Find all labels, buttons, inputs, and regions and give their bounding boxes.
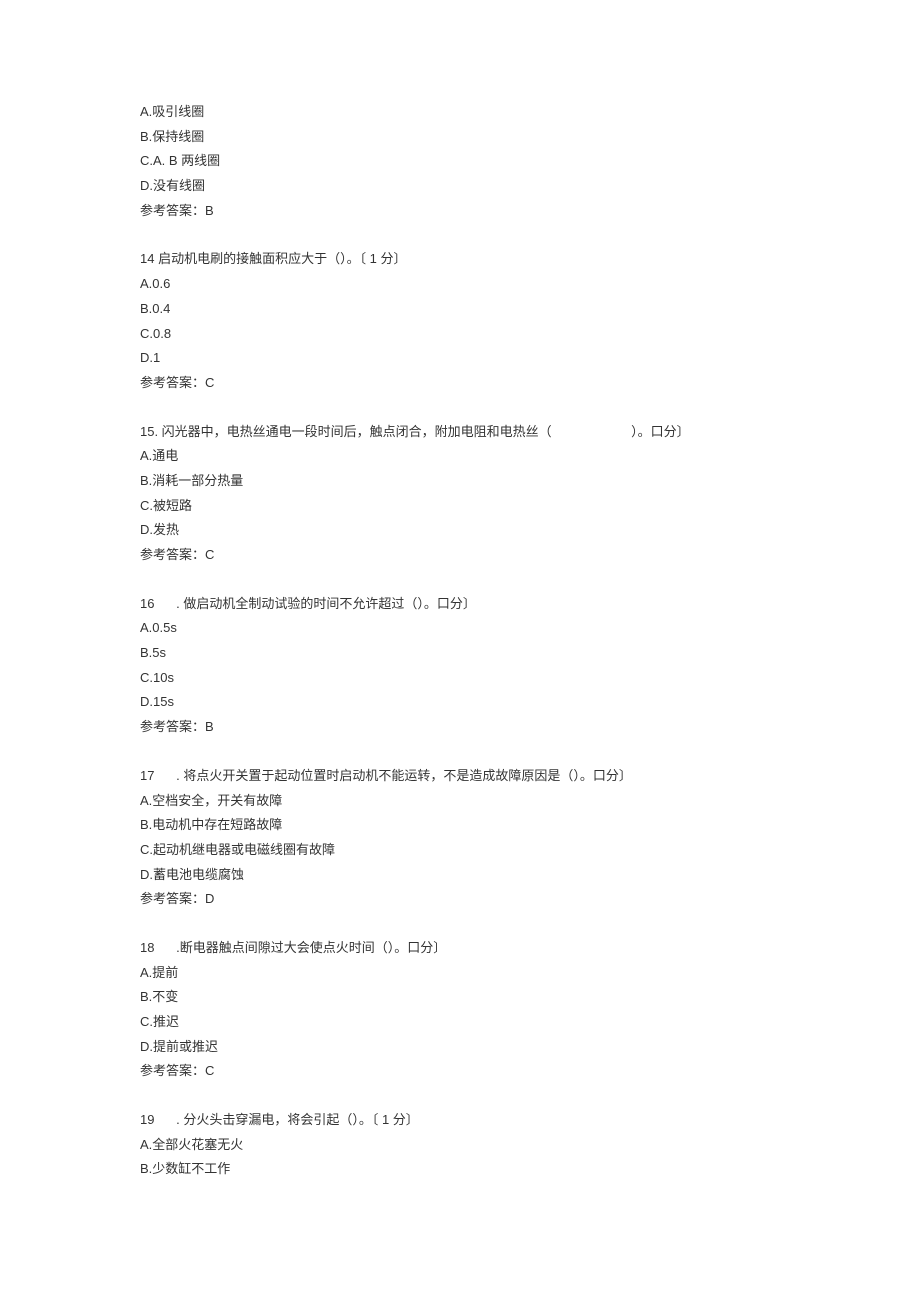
option-text: D.发热 [140, 518, 780, 543]
question-block: 14 启动机电刷的接触面积应大于（）。〔 1 分〕A.0.6B.0.4C.0.8… [140, 247, 780, 395]
option-text: B.5s [140, 641, 780, 666]
option-text: C.10s [140, 666, 780, 691]
option-text: B.消耗一部分热量 [140, 469, 780, 494]
question-block: A.吸引线圈B.保持线圈C.A. B 两线圈D.没有线圈参考答案：B [140, 100, 780, 223]
option-text: D.提前或推迟 [140, 1035, 780, 1060]
question-text: 16 . 做启动机全制动试验的时间不允许超过（）。口分〕 [140, 592, 780, 617]
question-text: 17 . 将点火开关置于起动位置时启动机不能运转，不是造成故障原因是（）。口分〕 [140, 764, 780, 789]
question-block: 18 .断电器触点间隙过大会使点火时间（）。口分〕A.提前B.不变C.推迟D.提… [140, 936, 780, 1084]
option-text: A.提前 [140, 961, 780, 986]
option-text: D.1 [140, 346, 780, 371]
option-text: A.空档安全，开关有故障 [140, 789, 780, 814]
answer-text: 参考答案：B [140, 715, 780, 740]
option-text: D.蓄电池电缆腐蚀 [140, 863, 780, 888]
option-text: C.A. B 两线圈 [140, 149, 780, 174]
answer-text: 参考答案：C [140, 1059, 780, 1084]
question-block: 17 . 将点火开关置于起动位置时启动机不能运转，不是造成故障原因是（）。口分〕… [140, 764, 780, 912]
option-text: D.15s [140, 690, 780, 715]
question-text: 19 . 分火头击穿漏电，将会引起（）。〔 1 分〕 [140, 1108, 780, 1133]
option-text: C.被短路 [140, 494, 780, 519]
option-text: B.保持线圈 [140, 125, 780, 150]
option-text: A.吸引线圈 [140, 100, 780, 125]
option-text: D.没有线圈 [140, 174, 780, 199]
option-text: A.全部火花塞无火 [140, 1133, 780, 1158]
answer-text: 参考答案：C [140, 543, 780, 568]
answer-text: 参考答案：C [140, 371, 780, 396]
answer-text: 参考答案：D [140, 887, 780, 912]
option-text: A.0.5s [140, 616, 780, 641]
option-text: B.不变 [140, 985, 780, 1010]
option-text: C.起动机继电器或电磁线圈有故障 [140, 838, 780, 863]
question-block: 15. 闪光器中，电热丝通电一段时间后，触点闭合，附加电阻和电热丝（ ）。口分〕… [140, 420, 780, 568]
option-text: A.0.6 [140, 272, 780, 297]
option-text: B.少数缸不工作 [140, 1157, 780, 1182]
option-text: B.0.4 [140, 297, 780, 322]
question-text: 18 .断电器触点间隙过大会使点火时间（）。口分〕 [140, 936, 780, 961]
option-text: B.电动机中存在短路故障 [140, 813, 780, 838]
document-content: A.吸引线圈B.保持线圈C.A. B 两线圈D.没有线圈参考答案：B 14 启动机… [140, 100, 780, 1182]
option-text: A.通电 [140, 444, 780, 469]
question-block: 16 . 做启动机全制动试验的时间不允许超过（）。口分〕A.0.5sB.5sC.… [140, 592, 780, 740]
option-text: C.推迟 [140, 1010, 780, 1035]
question-block: 19 . 分火头击穿漏电，将会引起（）。〔 1 分〕A.全部火花塞无火B.少数缸… [140, 1108, 780, 1182]
question-text: 14 启动机电刷的接触面积应大于（）。〔 1 分〕 [140, 247, 780, 272]
answer-text: 参考答案：B [140, 199, 780, 224]
question-text: 15. 闪光器中，电热丝通电一段时间后，触点闭合，附加电阻和电热丝（ ）。口分〕 [140, 420, 780, 445]
option-text: C.0.8 [140, 322, 780, 347]
